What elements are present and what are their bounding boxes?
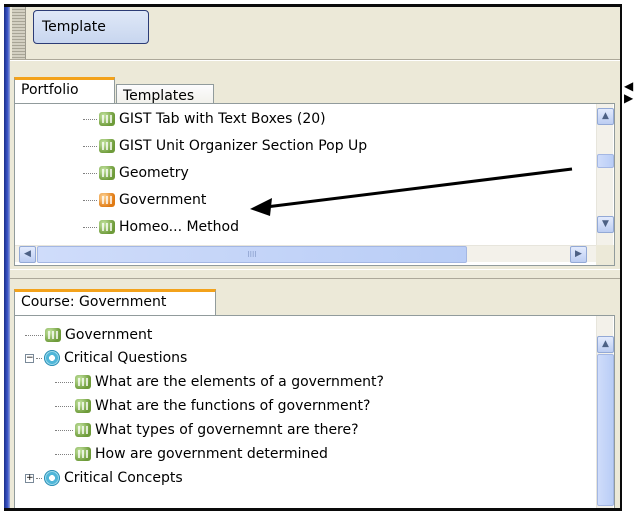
right-edge-strip — [620, 7, 622, 508]
tree-line — [83, 145, 97, 147]
orange-node-icon — [99, 193, 115, 207]
green-node-icon — [99, 220, 115, 234]
tree-item-label: What types of governemnt are there? — [95, 422, 359, 438]
green-node-icon — [99, 112, 115, 126]
left-edge-strip — [4, 7, 10, 508]
tree-item[interactable]: Homeo... Method — [83, 216, 239, 238]
collapse-icon[interactable]: − — [25, 353, 34, 363]
edge-caret-icon: ◀ ▶ — [624, 79, 634, 105]
panel-splitter[interactable] — [10, 269, 620, 279]
scroll-corner — [596, 245, 614, 265]
tree-item-label: GIST Unit Organizer Section Pop Up — [119, 138, 368, 154]
tree-item-label: What are the functions of government? — [95, 398, 371, 414]
green-node-icon — [45, 328, 61, 342]
tab-portfolio-label: Portfolio — [21, 82, 79, 98]
tree-folder[interactable]: − Critical Questions — [25, 347, 187, 369]
vertical-scrollbar[interactable]: ▲ ▼ — [596, 104, 614, 245]
toolbar-grip[interactable] — [12, 7, 26, 59]
tree-item-label: Homeo... Method — [119, 219, 239, 235]
green-node-icon — [75, 375, 91, 389]
green-node-icon — [75, 399, 91, 413]
scroll-thumb[interactable] — [597, 154, 614, 168]
gear-icon — [44, 470, 60, 486]
horizontal-scrollbar[interactable]: ◀ IIII ▶ — [15, 245, 596, 263]
tree-item-label: How are government determined — [95, 446, 328, 462]
course-pane: Government − Critical Questions What are … — [14, 315, 615, 508]
tree-line — [25, 334, 43, 336]
gear-icon — [44, 350, 60, 366]
scroll-left-button[interactable]: ◀ — [19, 246, 36, 263]
vertical-scrollbar[interactable]: ▲ — [596, 316, 614, 508]
tree-line — [36, 357, 42, 359]
tree-line — [55, 381, 73, 383]
tree-item-label: Critical Concepts — [64, 470, 183, 486]
tree-item-label: Government — [119, 192, 207, 208]
tree-line — [83, 226, 97, 228]
tree-folder[interactable]: + Critical Concepts — [25, 467, 183, 489]
tab-portfolio[interactable]: Portfolio — [14, 77, 115, 103]
tree-item[interactable]: What are the elements of a government? — [55, 371, 384, 393]
tree-line — [55, 405, 73, 407]
tree-line — [83, 118, 97, 120]
app-window: Template Portfolio Templates GIST Tab wi… — [4, 4, 622, 511]
scroll-down-button[interactable]: ▼ — [597, 216, 614, 233]
green-node-icon — [75, 423, 91, 437]
scroll-up-button[interactable]: ▲ — [597, 336, 614, 353]
green-node-icon — [99, 139, 115, 153]
portfolio-tree: GIST Tab with Text Boxes (20) GIST Unit … — [15, 104, 596, 245]
tree-item-label: Geometry — [119, 165, 189, 181]
horizontal-scroll-thumb[interactable]: IIII — [37, 246, 467, 263]
template-button[interactable]: Template — [33, 10, 149, 44]
tree-item[interactable]: What types of governemnt are there? — [55, 419, 359, 441]
tab-course-label: Course: Government — [21, 294, 167, 310]
tree-item[interactable]: How are government determined — [55, 443, 328, 465]
tree-line — [55, 429, 73, 431]
tree-item-label: Government — [65, 327, 153, 343]
tab-course[interactable]: Course: Government — [14, 289, 216, 315]
scroll-right-button[interactable]: ▶ — [570, 246, 587, 263]
tree-item[interactable]: Government — [25, 324, 152, 346]
tree-item-label: What are the elements of a government? — [95, 374, 384, 390]
tree-line — [36, 477, 42, 479]
portfolio-pane: GIST Tab with Text Boxes (20) GIST Unit … — [14, 103, 615, 266]
tree-line — [83, 199, 97, 201]
course-tree: Government − Critical Questions What are … — [15, 316, 596, 508]
toolbar-separator — [10, 59, 620, 61]
tree-line — [83, 172, 97, 174]
tree-item[interactable]: What are the functions of government? — [55, 395, 370, 417]
tree-item[interactable]: GIST Unit Organizer Section Pop Up — [83, 135, 367, 157]
tree-item-selected[interactable]: Government — [83, 189, 206, 211]
tree-item[interactable]: GIST Tab with Text Boxes (20) — [83, 108, 326, 130]
tree-item[interactable]: Geometry — [83, 162, 189, 184]
scroll-up-button[interactable]: ▲ — [597, 108, 614, 125]
green-node-icon — [99, 166, 115, 180]
tree-item-label: Critical Questions — [64, 350, 188, 366]
tree-item-label: GIST Tab with Text Boxes (20) — [119, 111, 326, 127]
tree-line — [55, 453, 73, 455]
scroll-thumb[interactable] — [597, 354, 614, 506]
expand-icon[interactable]: + — [25, 473, 34, 483]
green-node-icon — [75, 447, 91, 461]
tab-templates-label: Templates — [123, 88, 195, 104]
